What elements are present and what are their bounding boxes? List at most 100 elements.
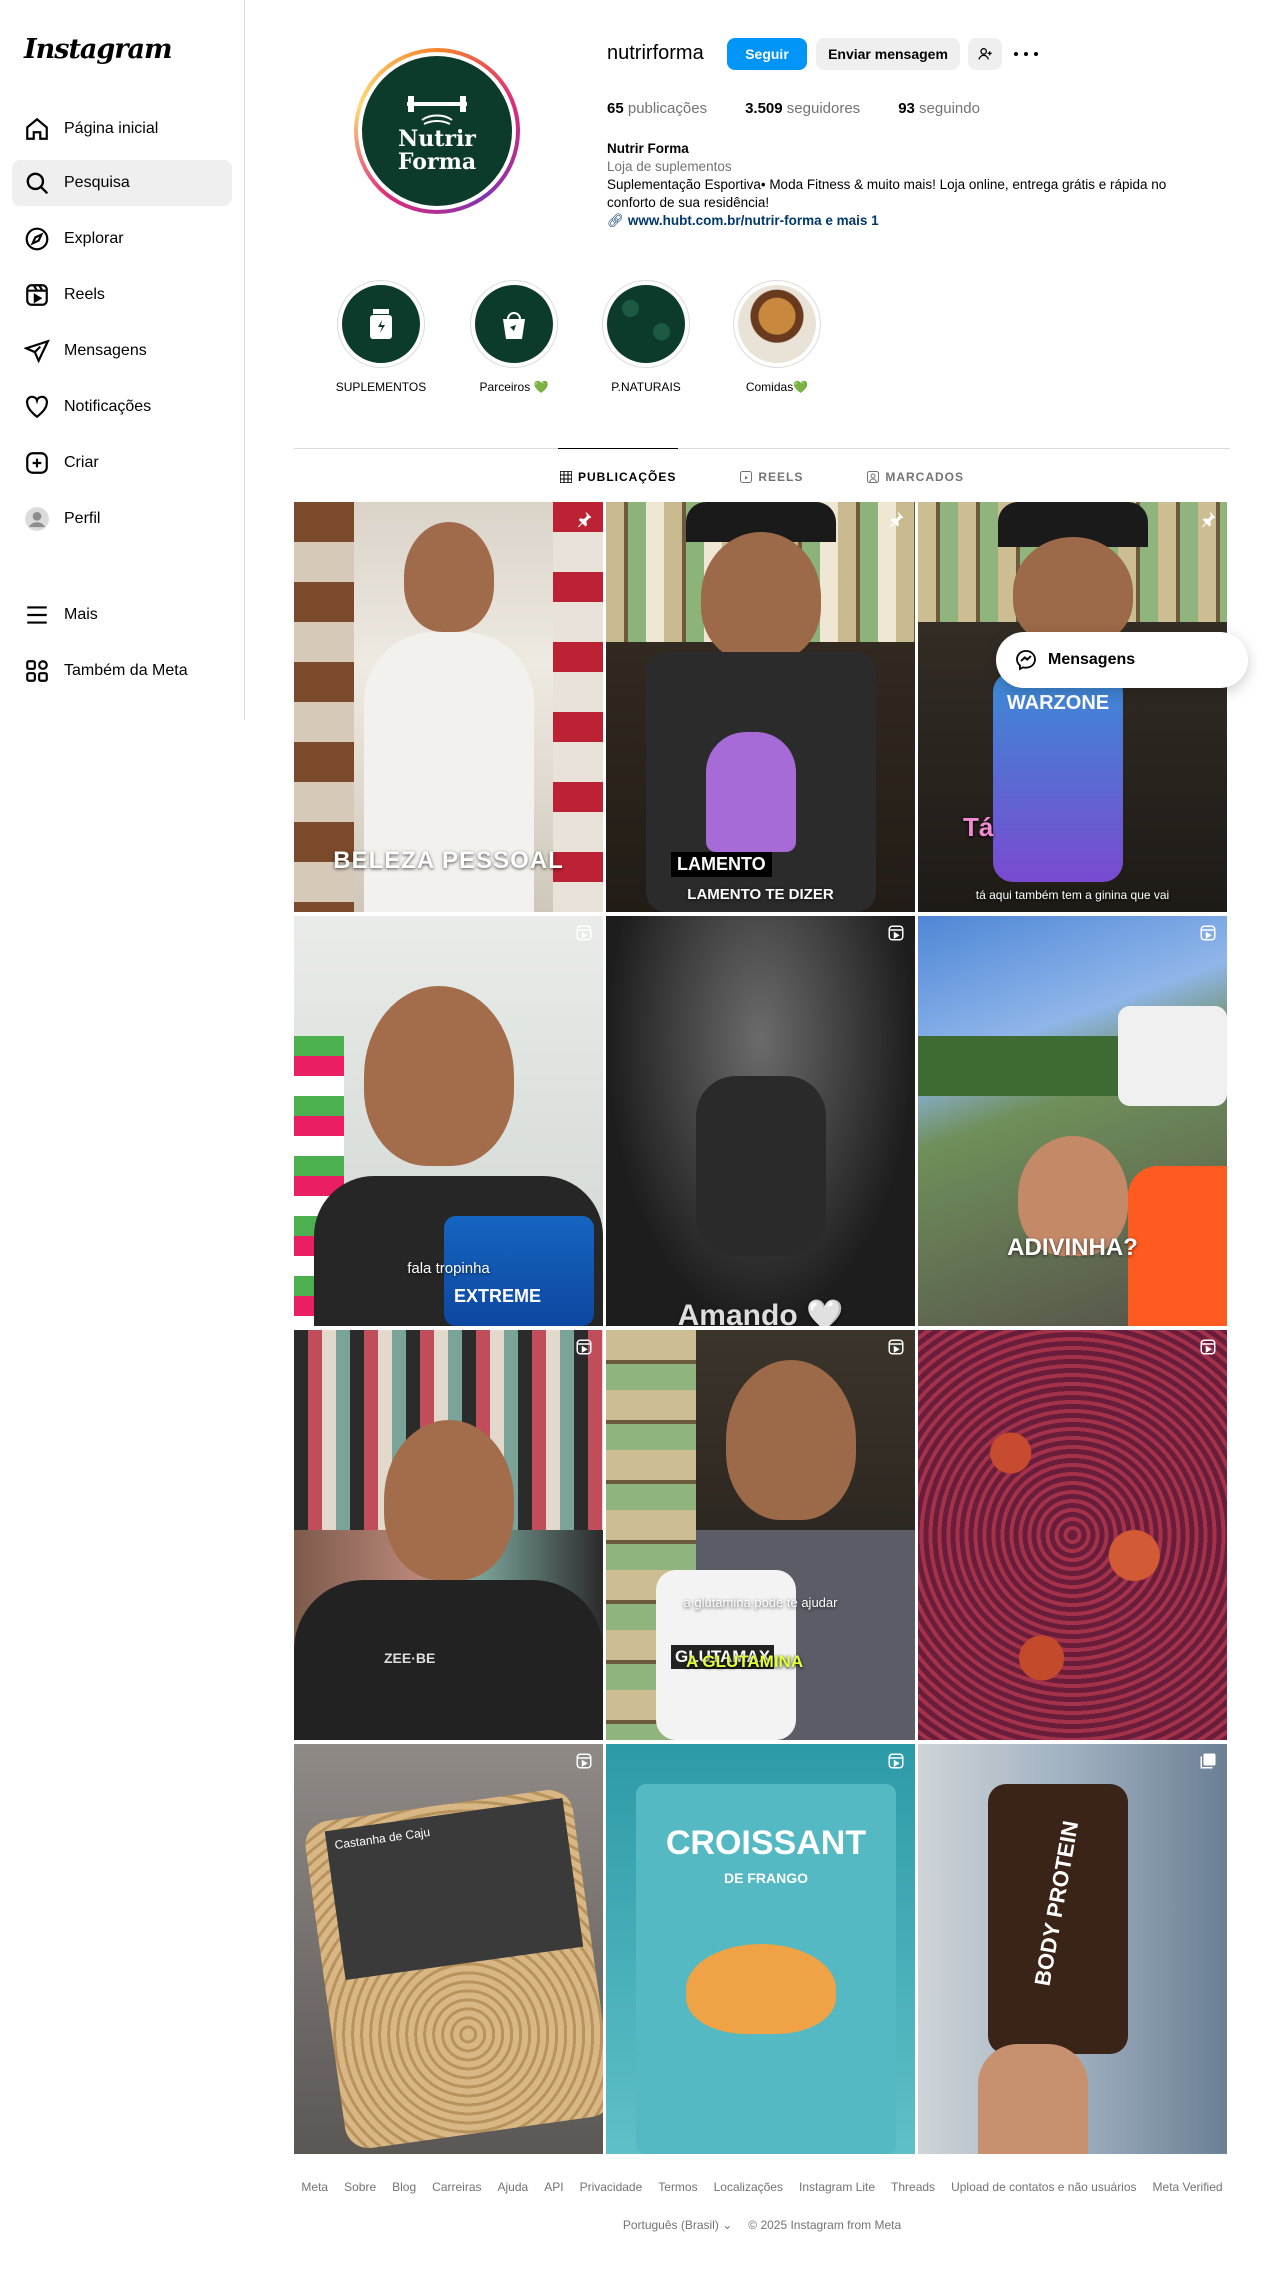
posts-grid: BELEZA PESSOAL LAMENTO LAMENTO TE DIZER … [294,502,1227,2154]
highlight-supplements[interactable]: SUPLEMENTOS [326,280,436,394]
highlight-natural-products[interactable]: P.NATURAIS [591,280,701,394]
sidebar-item-create[interactable]: Criar [12,440,232,486]
highlight-label: P.NATURAIS [611,380,681,394]
sidebar-item-label: Mais [64,606,98,623]
link-icon: 🔗︎ [607,213,628,228]
followers-stat[interactable]: 3.509 seguidores [745,100,860,117]
sidebar-item-messages[interactable]: Mensagens [12,328,232,374]
post-caption: ADIVINHA? [1007,1234,1138,1261]
instagram-logo[interactable]: Instagram [24,34,173,65]
footer-link[interactable]: Carreiras [432,2180,481,2194]
bio-link-row: 🔗︎ www.hubt.com.br/nutrir-forma e mais 1 [607,212,1207,230]
footer-link[interactable]: Threads [891,2180,935,2194]
product-label: EXTREME [454,1286,542,1306]
highlight-food[interactable]: Comidas💚 [722,280,832,394]
post-caption: LAMENTO [671,852,772,877]
dot [1024,52,1028,56]
footer-link[interactable]: API [544,2180,563,2194]
supplement-jar-icon [342,285,420,363]
reels-icon [26,284,48,306]
tab-posts[interactable]: PUBLICAÇÕES [557,448,679,504]
post-12[interactable]: BODY PROTEIN [918,1744,1227,2154]
person-silhouette [696,1076,826,1256]
post-caption: BELEZA PESSOAL [333,847,564,874]
sidebar-item-more[interactable]: Mais [12,592,232,638]
profile-tabs: PUBLICAÇÕES REELS MARCADOS [294,448,1230,504]
sidebar-item-home[interactable]: Página inicial [12,106,232,152]
sign-title: Castanha de Caju [333,1824,431,1853]
post-6[interactable]: ADIVINHA? [918,916,1227,1326]
post-caption: a glutamina pode te ajudar [683,1595,838,1610]
sidebar-item-label: Perfil [64,510,101,527]
sidebar-item-profile[interactable]: Perfil [12,496,232,542]
sidebar-item-also-from-meta[interactable]: Também da Meta [12,648,232,694]
footer-link[interactable]: Sobre [344,2180,376,2194]
footer-links: Meta Sobre Blog Carreiras Ajuda API Priv… [294,2180,1230,2194]
footer-link[interactable]: Instagram Lite [799,2180,875,2194]
sidebar-item-label: Criar [64,454,99,471]
post-7[interactable]: ZEE·BE [294,1330,603,1740]
profile-bio: Nutrir Forma Loja de suplementos Supleme… [607,140,1207,230]
post-4[interactable]: EXTREME fala tropinha [294,916,603,1326]
suggest-user-button[interactable] [968,38,1002,70]
following-stat[interactable]: 93 seguindo [898,100,980,117]
post-10[interactable]: Castanha de Caju [294,1744,603,2154]
post-3[interactable]: WARZONE Tá tá aqui também tem a ginina q… [918,502,1227,912]
bio-link[interactable]: www.hubt.com.br/nutrir-forma e mais 1 [628,213,879,228]
pin-icon [890,511,904,528]
pattern-thumbnail [607,285,685,363]
profile-stats: 65 publicações 3.509 seguidores 93 segui… [607,100,980,117]
footer-link[interactable]: Privacidade [580,2180,643,2194]
send-message-button[interactable]: Enviar mensagem [816,38,960,70]
bag-print [706,732,796,852]
shopping-bag-icon [475,285,553,363]
sidebar-item-search[interactable]: Pesquisa [12,160,232,206]
language-label: Português (Brasil) [622,2218,719,2232]
footer-link[interactable]: Termos [658,2180,697,2194]
post-1[interactable]: BELEZA PESSOAL [294,502,603,912]
person-head [701,532,821,662]
highlight-partners[interactable]: Parceiros 💚 [459,280,569,394]
product-name: CROISSANT [665,1824,867,1862]
post-2[interactable]: LAMENTO LAMENTO TE DIZER [606,502,915,912]
sidebar: Instagram Página inicial Pesquisa Explor… [0,0,245,720]
brand-name-line1: Nutrir [398,126,476,152]
sidebar-item-notifications[interactable]: Notificações [12,384,232,430]
highlight-cover [337,280,425,368]
post-8[interactable]: GLUTAMAX a glutamina pode te ajudar A GL… [606,1330,915,1740]
search-icon [26,172,49,195]
post-9[interactable] [918,1330,1227,1740]
person-head [364,986,514,1166]
footer-link[interactable]: Ajuda [498,2180,529,2194]
language-select[interactable]: Português (Brasil) ⌄ [623,2218,732,2232]
post-5[interactable]: Amando 🤍 [606,916,915,1326]
footer-link[interactable]: Meta [301,2180,328,2194]
sidebar-item-reels[interactable]: Reels [12,272,232,318]
compass-icon [25,227,49,251]
dot [1034,52,1038,56]
footer-link[interactable]: Blog [392,2180,416,2194]
follow-button[interactable]: Seguir [727,38,807,70]
reels-icon [888,925,904,941]
profile-avatar[interactable]: Nutrir Forma [354,48,520,214]
person-shirt [294,1580,603,1740]
carousel-icon [1200,1753,1216,1769]
tab-label: PUBLICAÇÕES [577,469,677,484]
car [1118,1006,1227,1106]
home-icon [26,117,48,140]
post-11[interactable]: CROISSANT DE FRANGO [606,1744,915,2154]
bio-text: Suplementação Esportiva• Moda Fitness & … [607,177,1167,210]
post-caption-2: tá aqui também tem a ginina que vai [975,888,1170,902]
tab-reels[interactable]: REELS [738,448,805,504]
sidebar-item-label: Pesquisa [64,174,130,191]
footer-link[interactable]: Meta Verified [1153,2180,1223,2194]
options-button[interactable] [1014,44,1038,64]
footer-link[interactable]: Localizações [714,2180,783,2194]
tab-tagged[interactable]: MARCADOS [865,448,966,504]
sidebar-item-explore[interactable]: Explorar [12,216,232,262]
footer-link[interactable]: Upload de contatos e não usuários [951,2180,1136,2194]
post-caption-2: LAMENTO TE DIZER [687,886,834,903]
footer-bottom: Português (Brasil) ⌄ © 2025 Instagram fr… [294,2218,1230,2232]
floating-messages-button[interactable]: Mensagens [996,632,1248,688]
person-head [384,1420,514,1580]
